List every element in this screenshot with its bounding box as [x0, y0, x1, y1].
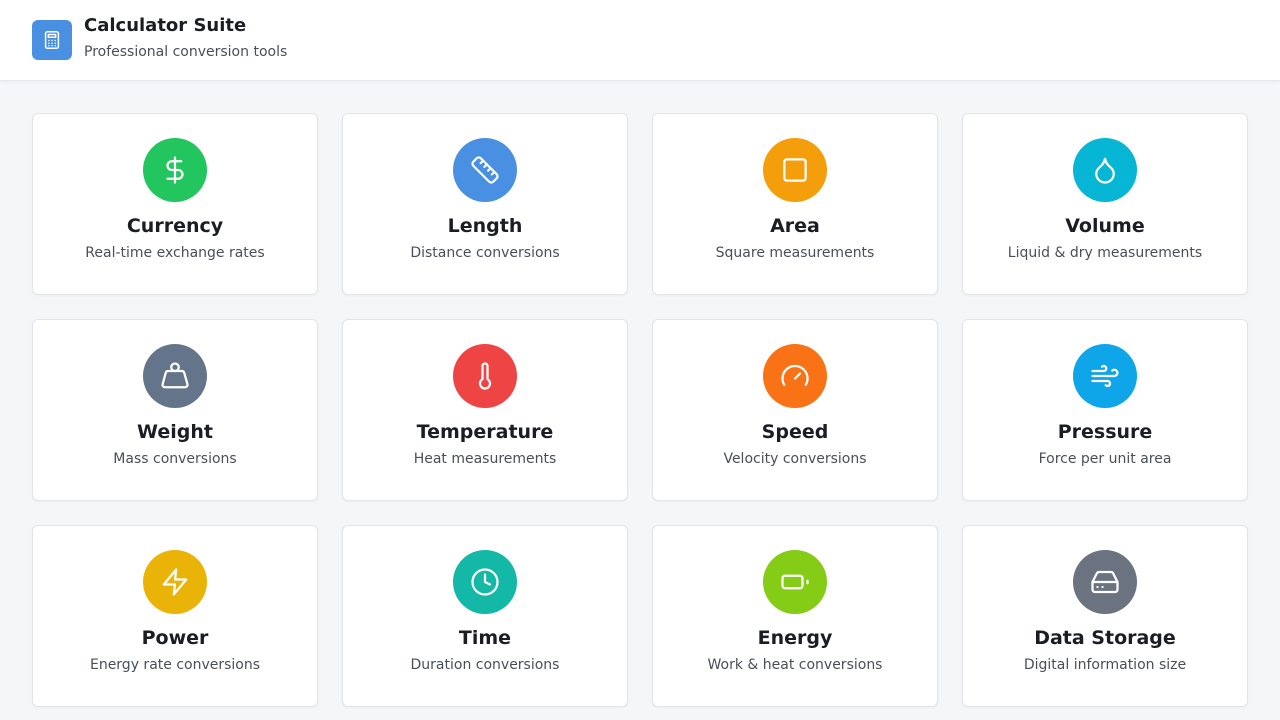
card-description: Mass conversions — [113, 451, 237, 467]
card-title: Volume — [1065, 215, 1145, 237]
card-icon-circle — [143, 138, 207, 202]
hard-drive-icon — [1091, 570, 1119, 594]
thermometer-icon — [478, 362, 492, 390]
card-speed[interactable]: Speed Velocity conversions — [652, 319, 938, 501]
app-title: Calculator Suite — [84, 15, 247, 36]
card-title: Weight — [137, 421, 213, 443]
card-title: Length — [447, 215, 523, 237]
card-title: Data Storage — [1034, 627, 1176, 649]
card-title: Temperature — [416, 421, 554, 443]
app-subtitle: Professional conversion tools — [84, 44, 288, 60]
gauge-icon — [781, 364, 809, 386]
card-description: Heat measurements — [413, 451, 557, 467]
clock-icon — [471, 568, 499, 596]
app-header: Calculator Suite Professional conversion… — [0, 0, 1280, 81]
card-title: Currency — [126, 215, 224, 237]
card-title: Time — [458, 627, 512, 649]
card-description: Energy rate conversions — [89, 657, 261, 673]
card-icon-circle — [1073, 550, 1137, 614]
droplet-icon — [1095, 157, 1115, 184]
card-description: Force per unit area — [1038, 451, 1172, 467]
card-description: Velocity conversions — [723, 451, 867, 467]
card-description: Real-time exchange rates — [85, 245, 265, 261]
card-time[interactable]: Time Duration conversions — [342, 525, 628, 707]
card-description: Work & heat conversions — [707, 657, 883, 673]
wind-icon — [1091, 364, 1119, 388]
card-icon-circle — [763, 344, 827, 408]
card-volume[interactable]: Volume Liquid & dry measurements — [962, 113, 1248, 295]
card-title: Power — [141, 627, 209, 649]
square-icon — [783, 158, 807, 182]
card-title: Energy — [757, 627, 833, 649]
card-currency[interactable]: Currency Real-time exchange rates — [32, 113, 318, 295]
card-icon-circle — [453, 138, 517, 202]
card-icon-circle — [143, 344, 207, 408]
card-icon-circle — [453, 550, 517, 614]
card-description: Square measurements — [715, 245, 875, 261]
card-description: Duration conversions — [410, 657, 560, 673]
app-logo — [32, 20, 72, 60]
card-description: Liquid & dry measurements — [1007, 245, 1203, 261]
weight-icon — [161, 362, 189, 389]
card-title: Speed — [761, 421, 829, 443]
card-power[interactable]: Power Energy rate conversions — [32, 525, 318, 707]
card-icon-circle — [453, 344, 517, 408]
card-icon-circle — [1073, 138, 1137, 202]
card-temperature[interactable]: Temperature Heat measurements — [342, 319, 628, 501]
card-length[interactable]: Length Distance conversions — [342, 113, 628, 295]
card-area[interactable]: Area Square measurements — [652, 113, 938, 295]
card-icon-circle — [143, 550, 207, 614]
lightning-icon — [162, 568, 188, 596]
card-title: Area — [770, 215, 820, 237]
card-description: Distance conversions — [410, 245, 560, 261]
card-icon-circle — [763, 550, 827, 614]
ruler-icon — [471, 156, 499, 184]
card-pressure[interactable]: Pressure Force per unit area — [962, 319, 1248, 501]
card-data-storage[interactable]: Data Storage Digital information size — [962, 525, 1248, 707]
card-weight[interactable]: Weight Mass conversions — [32, 319, 318, 501]
card-description: Digital information size — [1023, 657, 1187, 673]
dollar-icon — [166, 156, 184, 184]
calculator-icon — [44, 31, 60, 49]
converter-grid: Currency Real-time exchange rates Length… — [32, 113, 1248, 707]
card-icon-circle — [1073, 344, 1137, 408]
battery-icon — [781, 574, 809, 590]
card-energy[interactable]: Energy Work & heat conversions — [652, 525, 938, 707]
card-icon-circle — [763, 138, 827, 202]
card-title: Pressure — [1057, 421, 1153, 443]
